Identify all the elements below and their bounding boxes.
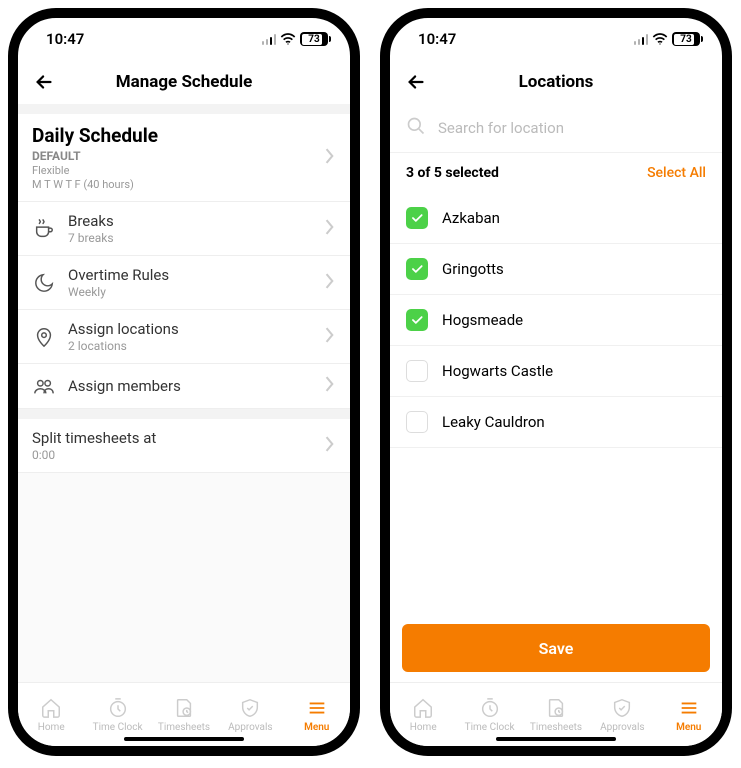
- overtime-title: Overtime Rules: [68, 266, 169, 284]
- tab-timeclock[interactable]: Time Clock: [88, 697, 148, 733]
- members-row[interactable]: Assign members: [18, 364, 350, 409]
- schedule-days: M T W T F (40 hours): [32, 178, 158, 191]
- chevron-right-icon: [324, 148, 336, 168]
- checkbox-unchecked-icon[interactable]: [406, 360, 428, 382]
- phone-manage-schedule: 10:47 73 Manage Schedule Daily Schedule …: [8, 8, 360, 756]
- members-icon: [32, 374, 56, 398]
- nav-header: Manage Schedule: [18, 60, 350, 104]
- schedule-tag: DEFAULT: [32, 149, 158, 163]
- back-button[interactable]: [30, 68, 58, 96]
- selection-summary: 3 of 5 selected Select All: [390, 153, 722, 193]
- tab-menu[interactable]: Menu: [659, 697, 719, 733]
- search-icon: [406, 116, 426, 140]
- page-title: Locations: [519, 72, 594, 92]
- location-row[interactable]: Gringotts: [390, 244, 722, 295]
- tab-timeclock[interactable]: Time Clock: [460, 697, 520, 733]
- wifi-icon: [280, 33, 296, 45]
- locations-title: Assign locations: [68, 320, 179, 338]
- tab-timesheets[interactable]: Timesheets: [526, 697, 586, 733]
- chevron-right-icon: [324, 219, 336, 239]
- schedule-type: Flexible: [32, 164, 158, 177]
- tab-menu[interactable]: Menu: [287, 697, 347, 733]
- coffee-icon: [32, 217, 56, 241]
- schedule-title: Daily Schedule: [32, 124, 158, 147]
- location-name: Azkaban: [442, 209, 500, 227]
- battery-icon: 73: [300, 32, 328, 46]
- location-row[interactable]: Leaky Cauldron: [390, 397, 722, 448]
- moon-icon: [32, 271, 56, 295]
- status-bar: 10:47 73: [18, 18, 350, 60]
- home-indicator: [124, 737, 244, 741]
- location-icon: [32, 325, 56, 349]
- status-time: 10:47: [46, 30, 84, 48]
- back-button[interactable]: [402, 68, 430, 96]
- status-time: 10:47: [418, 30, 456, 48]
- split-row[interactable]: Split timesheets at 0:00: [18, 419, 350, 473]
- members-title: Assign members: [68, 377, 181, 395]
- tab-approvals[interactable]: Approvals: [220, 697, 280, 733]
- selected-count: 3 of 5 selected: [406, 165, 499, 181]
- search-input[interactable]: [438, 119, 706, 137]
- tab-timesheets[interactable]: Timesheets: [154, 697, 214, 733]
- checkbox-checked-icon[interactable]: [406, 309, 428, 331]
- chevron-right-icon: [324, 273, 336, 293]
- location-name: Leaky Cauldron: [442, 413, 545, 431]
- select-all-button[interactable]: Select All: [647, 165, 706, 181]
- locations-sub: 2 locations: [68, 339, 179, 353]
- wifi-icon: [652, 33, 668, 45]
- chevron-right-icon: [324, 436, 336, 456]
- status-icons: 73: [634, 32, 701, 46]
- home-indicator: [496, 737, 616, 741]
- overtime-sub: Weekly: [68, 285, 169, 299]
- schedule-card[interactable]: Daily Schedule DEFAULT Flexible M T W T …: [18, 114, 350, 202]
- tab-home[interactable]: Home: [21, 697, 81, 733]
- breaks-row[interactable]: Breaks 7 breaks: [18, 202, 350, 256]
- overtime-row[interactable]: Overtime Rules Weekly: [18, 256, 350, 310]
- tab-approvals[interactable]: Approvals: [592, 697, 652, 733]
- breaks-sub: 7 breaks: [68, 231, 114, 245]
- locations-row[interactable]: Assign locations 2 locations: [18, 310, 350, 364]
- nav-header: Locations: [390, 60, 722, 104]
- location-name: Hogsmeade: [442, 311, 523, 329]
- status-icons: 73: [262, 32, 329, 46]
- checkbox-checked-icon[interactable]: [406, 207, 428, 229]
- page-title: Manage Schedule: [116, 72, 253, 92]
- location-row[interactable]: Hogsmeade: [390, 295, 722, 346]
- cellular-icon: [262, 34, 277, 45]
- content: Daily Schedule DEFAULT Flexible M T W T …: [18, 114, 350, 682]
- phone-locations: 10:47 73 Locations 3 of 5 selected: [380, 8, 732, 756]
- status-bar: 10:47 73: [390, 18, 722, 60]
- chevron-right-icon: [324, 327, 336, 347]
- split-title: Split timesheets at: [32, 429, 156, 447]
- search-row: [390, 104, 722, 153]
- save-button[interactable]: Save: [402, 624, 710, 672]
- location-name: Gringotts: [442, 260, 504, 278]
- cellular-icon: [634, 34, 649, 45]
- split-sub: 0:00: [32, 448, 156, 462]
- content: 3 of 5 selected Select All Azkaban Gring…: [390, 104, 722, 682]
- checkbox-unchecked-icon[interactable]: [406, 411, 428, 433]
- location-row[interactable]: Azkaban: [390, 193, 722, 244]
- breaks-title: Breaks: [68, 212, 114, 230]
- location-row[interactable]: Hogwarts Castle: [390, 346, 722, 397]
- checkbox-checked-icon[interactable]: [406, 258, 428, 280]
- tab-home[interactable]: Home: [393, 697, 453, 733]
- battery-icon: 73: [672, 32, 700, 46]
- location-name: Hogwarts Castle: [442, 362, 553, 380]
- chevron-right-icon: [324, 376, 336, 396]
